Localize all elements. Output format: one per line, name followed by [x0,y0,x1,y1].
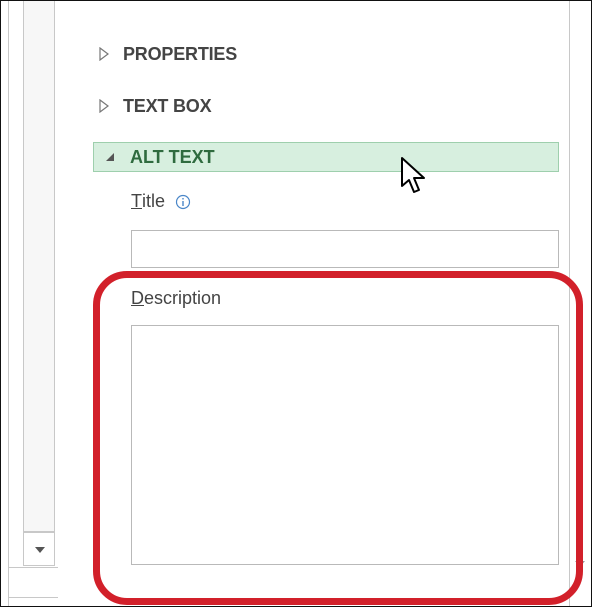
description-label: Description [131,288,221,309]
section-text-box[interactable]: TEXT BOX [99,91,212,121]
title-accesskey: T [131,191,142,211]
title-label-rest: itle [142,191,166,211]
info-icon[interactable] [175,194,191,210]
section-alt-text-label: ALT TEXT [130,146,215,167]
left-scroll-area [1,1,58,606]
scroll-down-button[interactable] [23,532,55,566]
title-label: Title [131,191,191,212]
collapsed-triangle-icon [99,47,109,61]
expanded-triangle-icon [106,153,114,161]
section-properties-label: PROPERTIES [123,43,238,64]
divider [8,597,58,598]
description-label-rest: escription [144,288,222,308]
section-text-box-label: TEXT BOX [123,95,212,116]
mouse-pointer-icon [401,157,425,193]
title-input[interactable] [131,230,559,268]
collapsed-triangle-icon [99,99,109,113]
description-accesskey: D [131,288,144,308]
right-scrollbar-edge [569,1,570,606]
description-textarea[interactable] [131,325,559,565]
divider [8,1,9,606]
right-scroll-down-arrow[interactable] [575,561,585,567]
format-pane: PROPERTIES TEXT BOX ALT TEXT Title Descr… [0,0,592,607]
section-properties[interactable]: PROPERTIES [99,39,237,69]
divider [8,567,58,568]
section-alt-text[interactable]: ALT TEXT [93,142,559,172]
left-scrollbar-track[interactable] [23,1,55,532]
